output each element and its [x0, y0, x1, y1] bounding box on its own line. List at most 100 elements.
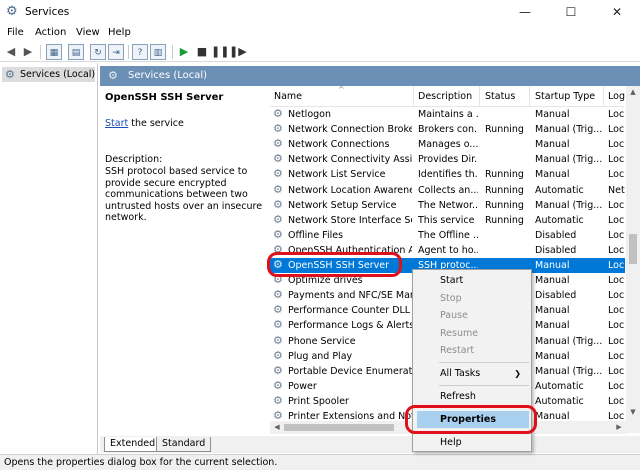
list-view-icon[interactable]: ▤ — [68, 44, 84, 60]
service-startup-type-cell: Manual — [535, 109, 570, 120]
service-startup-type-cell: Disabled — [535, 290, 577, 302]
scroll-down-icon[interactable]: ▼ — [626, 408, 640, 416]
menu-view[interactable]: View — [76, 27, 100, 38]
start-service-icon[interactable]: ▶ — [176, 44, 192, 60]
show-hide-pane-icon[interactable]: ▥ — [150, 44, 166, 60]
toolbar-separator — [128, 45, 129, 59]
service-log-on-cell: Loc — [608, 275, 625, 287]
help-icon[interactable]: ? — [132, 44, 148, 60]
service-log-on-cell: Loc — [608, 244, 625, 256]
scroll-right-icon[interactable]: ▶ — [612, 423, 626, 431]
service-log-on-cell: Loc — [608, 380, 625, 392]
table-row[interactable]: ⚙ Netlogon Maintains a ... Manual Loc — [270, 107, 625, 122]
table-row[interactable]: ⚙ Network Setup Service The Networ... Runni… — [270, 198, 625, 213]
service-startup-type-cell: Manual — [535, 350, 570, 362]
service-gear-icon: ⚙ — [273, 258, 283, 271]
restart-service-icon[interactable]: ❚▶ — [229, 44, 247, 60]
service-name-cell: Offline Files — [288, 229, 344, 241]
ctx-start[interactable]: Start — [413, 272, 531, 289]
ctx-all-tasks[interactable]: All Tasks ❯ — [413, 365, 531, 382]
service-gear-icon: ⚙ — [273, 333, 283, 347]
service-log-on-cell: Loc — [608, 395, 625, 407]
menu-action[interactable]: Action — [35, 27, 66, 38]
service-status-cell: Running — [485, 124, 524, 136]
tree-item-services-local[interactable]: ⚙ Services (Local) — [2, 67, 95, 82]
service-log-on-cell: Loc — [608, 305, 625, 317]
column-divider[interactable] — [479, 86, 480, 107]
service-status-cell: Running — [485, 199, 524, 211]
service-name-cell: Portable Device Enumerator... — [288, 365, 412, 377]
table-row[interactable]: ⚙ Network Location Awareness Collects an..… — [270, 183, 625, 198]
table-row[interactable]: ⚙ Offline Files The Offline ... Disabled Loc — [270, 228, 625, 243]
vertical-scroll-thumb[interactable] — [629, 234, 637, 264]
service-gear-icon: ⚙ — [273, 303, 283, 317]
column-divider[interactable] — [529, 86, 530, 107]
pause-service-icon[interactable]: ❚❚ — [211, 44, 229, 60]
close-button[interactable]: ✕ — [594, 0, 640, 24]
service-gear-icon: ⚙ — [273, 212, 283, 226]
tab-standard[interactable]: Standard — [156, 437, 212, 452]
service-startup-type-cell: Manual — [535, 169, 570, 181]
vertical-scrollbar[interactable]: ▲ ▼ — [626, 86, 640, 433]
forward-arrow-icon[interactable]: ▶ — [20, 44, 36, 60]
service-gear-icon: ⚙ — [273, 197, 283, 211]
column-divider[interactable] — [603, 86, 604, 107]
service-startup-type-cell: Automatic — [535, 184, 584, 196]
stop-service-icon[interactable]: ■ — [194, 44, 210, 60]
back-arrow-icon[interactable]: ◀ — [3, 44, 19, 60]
service-log-on-cell: Loc — [608, 169, 625, 181]
service-description-cell: Provides Dir... — [418, 154, 478, 166]
table-row[interactable]: ⚙ Network Connectivity Assis... Provides D… — [270, 152, 625, 167]
pane-header-title: Services (Local) — [128, 70, 208, 81]
horizontal-scroll-thumb[interactable] — [284, 424, 394, 431]
refresh-icon[interactable]: ↻ — [90, 44, 106, 60]
service-description-cell: Manages o... — [418, 139, 478, 151]
ctx-resume: Resume — [440, 328, 479, 339]
tab-extended[interactable]: Extended — [104, 437, 162, 452]
service-description-cell: Agent to ho... — [418, 244, 478, 256]
service-name-cell: Performance Counter DLL ... — [288, 305, 412, 317]
service-gear-icon: ⚙ — [273, 167, 283, 181]
console-tree: ⚙ Services (Local) — [0, 63, 98, 454]
service-description-cell: Brokers con... — [418, 124, 478, 136]
ctx-stop: Stop — [440, 293, 462, 304]
maximize-button[interactable]: ☐ — [548, 0, 594, 24]
ctx-refresh[interactable]: Refresh — [413, 388, 531, 405]
menu-file[interactable]: File — [7, 27, 24, 38]
service-log-on-cell: Loc — [608, 260, 625, 271]
menu-help[interactable]: Help — [108, 27, 131, 38]
start-service-link[interactable]: Start — [105, 118, 128, 129]
service-log-on-cell: Loc — [608, 365, 625, 377]
services-gear-icon: ⚙ — [5, 68, 15, 81]
minimize-button[interactable]: — — [502, 0, 548, 24]
ctx-help[interactable]: Help — [413, 434, 531, 451]
column-header-status[interactable]: Status — [485, 91, 515, 102]
toolbar: ◀ ▶ ▦ ▤ ↻ ⇥ ? ▥ ▶ ■ ❚❚ ❚▶ — [0, 42, 640, 62]
service-gear-icon: ⚙ — [273, 227, 283, 241]
service-gear-icon: ⚙ — [273, 152, 283, 166]
table-row[interactable]: ⚙ Network Connection Broker Brokers con...… — [270, 122, 625, 137]
export-list-icon[interactable]: ⇥ — [108, 44, 124, 60]
column-header-startup-type[interactable]: Startup Type — [535, 91, 595, 102]
ctx-properties[interactable]: Properties — [417, 411, 529, 428]
service-startup-type-cell: Disabled — [535, 244, 577, 256]
service-log-on-cell: Loc — [608, 335, 625, 347]
console-tree-icon[interactable]: ▦ — [46, 44, 62, 60]
table-row[interactable]: ⚙ OpenSSH Authentication A... Agent to ho.… — [270, 243, 625, 258]
submenu-arrow-icon: ❯ — [514, 369, 521, 378]
view-tabs: Extended Standard — [100, 436, 640, 453]
table-row[interactable]: ⚙ Network Store Interface Ser... This serv… — [270, 213, 625, 228]
column-header-row: ^ Name Description Status Startup Type L… — [270, 86, 625, 107]
status-bar: Opens the properties dialog box for the … — [0, 454, 640, 470]
service-name-cell: OpenSSH Authentication A... — [288, 244, 412, 256]
service-startup-type-cell: Disabled — [535, 229, 577, 241]
scroll-up-icon[interactable]: ▲ — [626, 88, 640, 96]
column-header-log-on-as[interactable]: Log — [608, 91, 625, 102]
scroll-left-icon[interactable]: ◀ — [270, 423, 284, 431]
column-header-description[interactable]: Description — [418, 91, 472, 102]
table-row[interactable]: ⚙ Network Connections Manages o... Manual Lo… — [270, 137, 625, 152]
table-row[interactable]: ⚙ Network List Service Identifies th... Run… — [270, 167, 625, 182]
column-header-name[interactable]: Name — [274, 91, 302, 102]
column-divider[interactable] — [413, 86, 414, 107]
menu-separator — [439, 362, 529, 363]
